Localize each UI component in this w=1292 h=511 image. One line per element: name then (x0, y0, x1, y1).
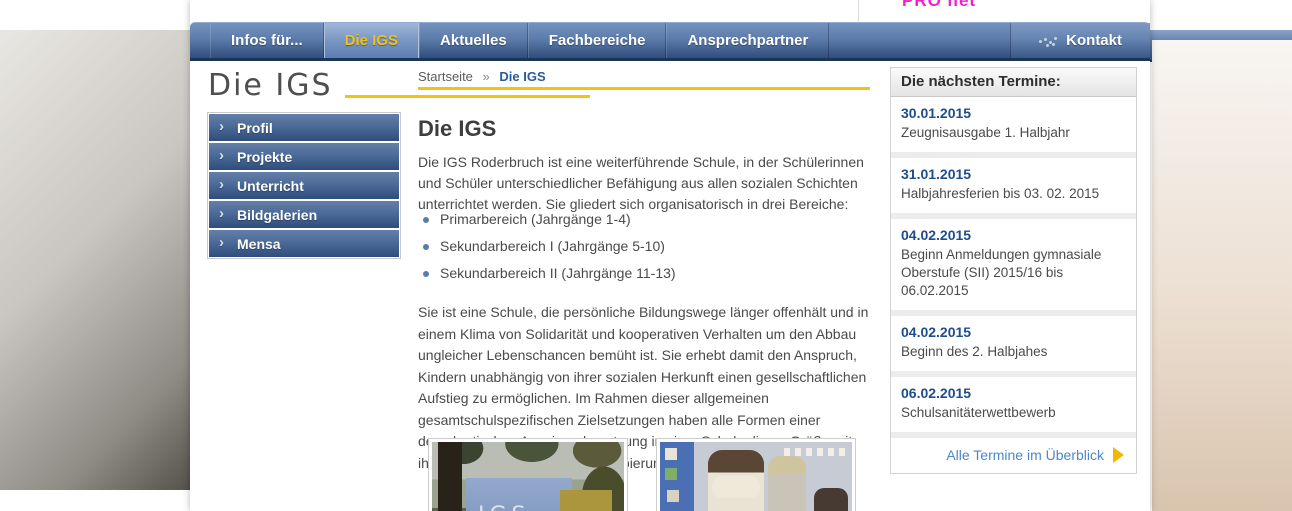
termine-box: Die nächsten Termine: 30.01.2015 Zeugnis… (890, 67, 1137, 474)
person-shape (814, 488, 848, 511)
sidebar-item-label: Unterricht (237, 178, 304, 194)
termine-item: 31.01.2015 Halbjahresferien bis 03. 02. … (891, 158, 1136, 219)
nav-tab-aktuelles[interactable]: Aktuelles (419, 23, 528, 58)
photo-school-building[interactable]: IGS (428, 438, 628, 511)
termine-date: 04.02.2015 (901, 324, 1126, 340)
sidebar-item-label: Mensa (237, 236, 281, 252)
all-termine-link[interactable]: Alle Termine im Überblick (946, 447, 1104, 463)
nav-tab-fachbereiche[interactable]: Fachbereiche (528, 23, 667, 58)
photo-info-booth[interactable] (656, 438, 856, 511)
person-shape (768, 456, 806, 511)
termine-list: 30.01.2015 Zeugnisausgabe 1. Halbjahr 31… (891, 97, 1136, 438)
igs-sign-text: IGS (478, 503, 531, 511)
page: { "page_fragment_top_right": "PRO net", … (0, 0, 1292, 511)
sidebar-item-projekte[interactable]: Projekte (209, 143, 399, 170)
page-title: Die IGS (418, 116, 496, 142)
nav-kontakt-button[interactable]: Kontakt (1010, 23, 1150, 58)
termine-date: 31.01.2015 (901, 166, 1126, 182)
sidebar-item-mensa[interactable]: Mensa (209, 230, 399, 257)
chevron-right-icon (219, 147, 224, 164)
termine-item: 04.02.2015 Beginn Anmeldungen gymnasiale… (891, 219, 1136, 316)
termine-item: 04.02.2015 Beginn des 2. Halbjahes (891, 316, 1136, 377)
booth-photo-art (660, 442, 852, 511)
wall-letters-shape (784, 448, 848, 456)
breadcrumb-current[interactable]: Die IGS (499, 69, 545, 84)
breadcrumb-separator: » (483, 69, 490, 84)
annex-building-shape (560, 490, 612, 511)
termine-title: Die nächsten Termine: (891, 68, 1136, 97)
sidebar-item-label: Profil (237, 120, 273, 136)
termine-text: Schulsanitäterwettbewerb (901, 404, 1126, 422)
scarf-shape (712, 476, 760, 498)
header-divider (858, 0, 859, 24)
breadcrumb-underline (418, 87, 870, 90)
article-photo-row: IGS (428, 438, 856, 511)
school-photo-art: IGS (432, 442, 624, 511)
site-container: PRO net Infos für... Die IGS Aktuelles F… (190, 0, 1150, 511)
main-navigation: Infos für... Die IGS Aktuelles Fachberei… (190, 22, 1150, 61)
bullet-item: Primarbereich (Jahrgänge 1-4) (421, 206, 676, 233)
termine-item: 06.02.2015 Schulsanitäterwettbewerb (891, 377, 1136, 438)
sidebar-item-bildgalerien[interactable]: Bildgalerien (209, 201, 399, 228)
arrow-right-icon (1113, 447, 1124, 463)
termine-text: Beginn des 2. Halbjahes (901, 343, 1126, 361)
nav-tab-infos-fuer[interactable]: Infos für... (210, 23, 324, 58)
termine-text: Zeugnisausgabe 1. Halbjahr (901, 124, 1126, 142)
nav-kontakt-label: Kontakt (1066, 32, 1122, 49)
breadcrumb-home-link[interactable]: Startseite (418, 69, 473, 84)
mail-dots-icon (1039, 36, 1057, 46)
bullet-item: Sekundarbereich I (Jahrgänge 5-10) (421, 233, 676, 260)
termine-date: 06.02.2015 (901, 385, 1126, 401)
sidebar-title: Die IGS (208, 68, 333, 103)
sidebar-item-unterricht[interactable]: Unterricht (209, 172, 399, 199)
termine-date: 04.02.2015 (901, 227, 1126, 243)
building-shape: IGS (466, 478, 572, 511)
sidebar-item-label: Projekte (237, 149, 292, 165)
sidebar-item-label: Bildgalerien (237, 207, 317, 223)
clipped-header-fragment: PRO net (902, 0, 976, 11)
tree-trunk-shape (438, 442, 462, 511)
sidebar-title-underline (345, 95, 590, 98)
posters-shape (665, 448, 677, 460)
article-bullet-list: Primarbereich (Jahrgänge 1-4) Sekundarbe… (421, 206, 676, 287)
termine-text: Halbjahresferien bis 03. 02. 2015 (901, 185, 1126, 203)
chevron-right-icon (219, 205, 224, 222)
sidebar-item-profil[interactable]: Profil (209, 114, 399, 141)
chevron-right-icon (219, 176, 224, 193)
right-margin-photo-placeholder (1152, 40, 1292, 511)
chevron-right-icon (219, 118, 224, 135)
termine-date: 30.01.2015 (901, 105, 1126, 121)
nav-tab-ansprechpartner[interactable]: Ansprechpartner (666, 23, 829, 58)
breadcrumb: Startseite » Die IGS (418, 69, 546, 84)
bullet-item: Sekundarbereich II (Jahrgänge 11-13) (421, 260, 676, 287)
sidebar-menu: Profil Projekte Unterricht Bildgalerien … (207, 112, 401, 259)
left-margin-photo-placeholder (0, 30, 190, 490)
termine-footer: Alle Termine im Überblick (891, 438, 1136, 473)
chevron-right-icon (219, 234, 224, 251)
nav-tab-die-igs[interactable]: Die IGS (324, 23, 419, 58)
termine-item: 30.01.2015 Zeugnisausgabe 1. Halbjahr (891, 97, 1136, 158)
termine-text: Beginn Anmeldungen gymnasiale Oberstufe … (901, 246, 1126, 300)
